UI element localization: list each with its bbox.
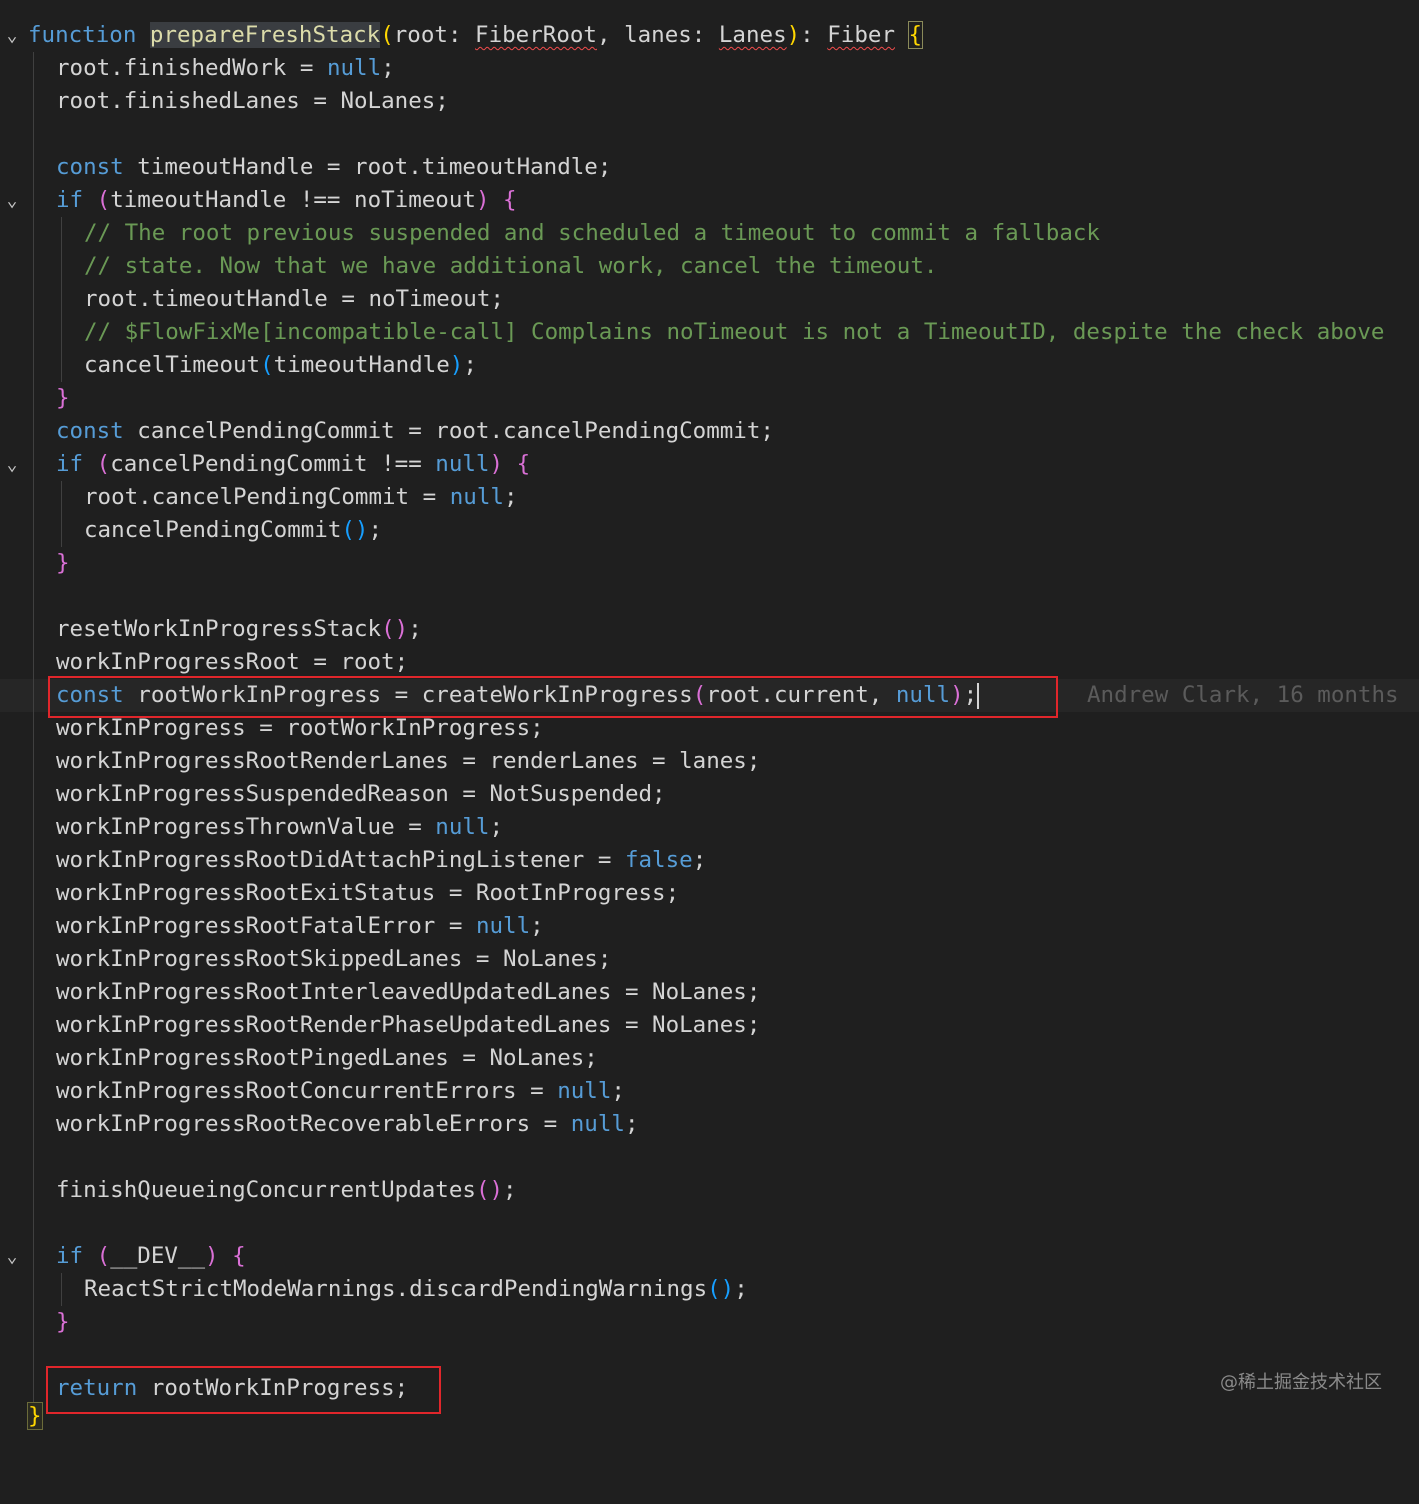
code-line[interactable]: // $FlowFixMe[incompatible-call] Complai…	[0, 316, 1419, 349]
code-line[interactable]: workInProgressRootInterleavedUpdatedLane…	[0, 976, 1419, 1009]
code-line[interactable]: return rootWorkInProgress;	[0, 1372, 1419, 1405]
code-line[interactable]: workInProgress = rootWorkInProgress;	[0, 712, 1419, 745]
code-line[interactable]: // state. Now that we have additional wo…	[0, 250, 1419, 283]
current-code-line[interactable]: const rootWorkInProgress = createWorkInP…	[0, 679, 1419, 712]
code-line[interactable]: ⌄ if (cancelPendingCommit !== null) {	[0, 448, 1419, 481]
code-line[interactable]: workInProgressRootDidAttachPingListener …	[0, 844, 1419, 877]
code-line[interactable]: ⌄ if (__DEV__) {	[0, 1240, 1419, 1273]
code-line[interactable]: const cancelPendingCommit = root.cancelP…	[0, 415, 1419, 448]
chevron-down-icon[interactable]: ⌄	[2, 1240, 22, 1273]
code-line[interactable]: workInProgressRootFatalError = null;	[0, 910, 1419, 943]
code-line[interactable]: workInProgressRootRenderPhaseUpdatedLane…	[0, 1009, 1419, 1042]
chevron-down-icon[interactable]: ⌄	[2, 448, 22, 481]
code-line[interactable]: root.finishedWork = null;	[0, 52, 1419, 85]
code-line[interactable]: workInProgressRootRenderLanes = renderLa…	[0, 745, 1419, 778]
code-line[interactable]: workInProgressRoot = root;	[0, 646, 1419, 679]
code-line[interactable]	[0, 580, 1419, 613]
code-line[interactable]: root.cancelPendingCommit = null;	[0, 481, 1419, 514]
code-line[interactable]: workInProgressRootRecoverableErrors = nu…	[0, 1108, 1419, 1141]
code-line[interactable]: root.timeoutHandle = noTimeout;	[0, 283, 1419, 316]
code-line[interactable]: }	[0, 547, 1419, 580]
code-line[interactable]: workInProgressRootExitStatus = RootInPro…	[0, 877, 1419, 910]
code-line[interactable]	[0, 1339, 1419, 1372]
code-line[interactable]: const timeoutHandle = root.timeoutHandle…	[0, 151, 1419, 184]
code-line[interactable]: workInProgressRootSkippedLanes = NoLanes…	[0, 943, 1419, 976]
code-line[interactable]: // The root previous suspended and sched…	[0, 217, 1419, 250]
code-line[interactable]: workInProgressThrownValue = null;	[0, 811, 1419, 844]
code-editor[interactable]: ⌄ function prepareFreshStack(root: Fiber…	[0, 0, 1419, 1430]
text-cursor	[977, 682, 980, 709]
chevron-down-icon[interactable]: ⌄	[2, 19, 22, 52]
code-line[interactable]: ReactStrictModeWarnings.discardPendingWa…	[0, 1273, 1419, 1306]
code-line[interactable]: workInProgressRootConcurrentErrors = nul…	[0, 1075, 1419, 1108]
code-line[interactable]	[0, 1141, 1419, 1174]
watermark: @稀土掘金技术社区	[1220, 1372, 1382, 1393]
code-line[interactable]: root.finishedLanes = NoLanes;	[0, 85, 1419, 118]
code-line[interactable]: workInProgressRootPingedLanes = NoLanes;	[0, 1042, 1419, 1075]
git-blame-annotation: Andrew Clark, 16 months	[1087, 682, 1399, 708]
code-line[interactable]: }	[0, 1306, 1419, 1339]
code-line[interactable]: cancelPendingCommit();	[0, 514, 1419, 547]
code-line[interactable]: finishQueueingConcurrentUpdates();	[0, 1174, 1419, 1207]
code-line[interactable]: workInProgressSuspendedReason = NotSuspe…	[0, 778, 1419, 811]
code-line[interactable]: ⌄ if (timeoutHandle !== noTimeout) {	[0, 184, 1419, 217]
code-line[interactable]: }	[27, 1402, 43, 1430]
code-line[interactable]	[0, 1207, 1419, 1240]
code-line[interactable]	[0, 118, 1419, 151]
code-line[interactable]: cancelTimeout(timeoutHandle);	[0, 349, 1419, 382]
code-line[interactable]: ⌄ function prepareFreshStack(root: Fiber…	[0, 19, 1419, 52]
code-line[interactable]: }	[0, 382, 1419, 415]
code-line[interactable]: resetWorkInProgressStack();	[0, 613, 1419, 646]
chevron-down-icon[interactable]: ⌄	[2, 184, 22, 217]
